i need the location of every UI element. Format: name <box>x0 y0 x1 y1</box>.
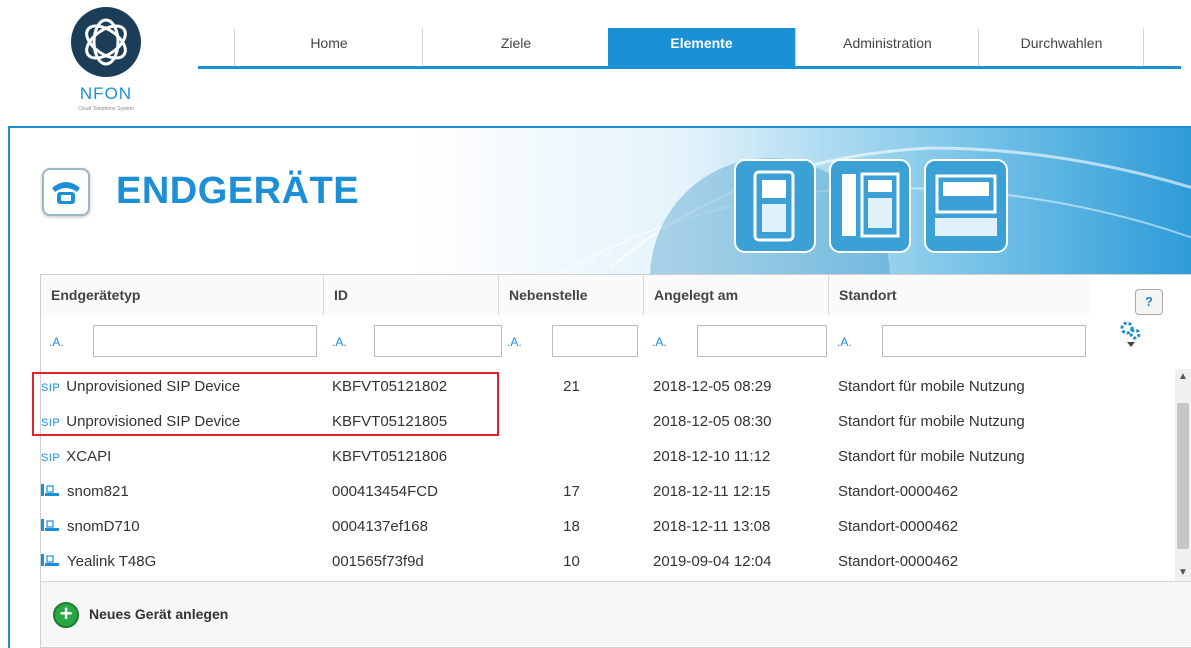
filter-mode-icon[interactable]: .A. <box>49 335 64 349</box>
device-type: snom821 <box>67 483 129 500</box>
filter-mode-icon[interactable]: .A. <box>507 335 522 349</box>
device-id: 001565f73f9d <box>332 553 424 570</box>
plus-icon: + <box>53 602 79 628</box>
device-extension <box>499 404 644 439</box>
device-location: Standort-0000462 <box>838 483 959 500</box>
vertical-scrollbar[interactable]: ▲ ▼ <box>1175 369 1191 581</box>
device-id: 0004137ef168 <box>332 518 428 535</box>
desk-phone-icon <box>41 554 59 567</box>
filter-id-input[interactable] <box>374 325 502 357</box>
device-location: Standort-0000462 <box>838 553 959 570</box>
table-row[interactable]: snom821 000413454FCD 17 2018-12-11 12:15… <box>41 474 1173 509</box>
desk-phone-icon <box>41 519 59 532</box>
table-row[interactable]: SIP Unprovisioned SIP Device KBFVT0512180… <box>41 369 1173 404</box>
nav-item-durchwahlen[interactable]: Durchwahlen <box>978 28 1144 66</box>
column-header-extension[interactable]: Nebenstelle <box>499 275 644 315</box>
device-location: Standort für mobile Nutzung <box>838 378 1025 395</box>
device-type: Unprovisioned SIP Device <box>66 413 241 430</box>
nfon-logo-icon <box>71 7 141 77</box>
banner-devices-illustration <box>410 128 1191 274</box>
desk-phone-icon <box>41 484 59 497</box>
filter-mode-icon[interactable]: .A. <box>652 335 667 349</box>
device-created: 2018-12-10 11:12 <box>653 448 771 465</box>
nfon-logo[interactable]: NFON Cloud Telephone System <box>56 4 156 122</box>
help-button[interactable]: ? <box>1135 289 1163 315</box>
filter-type-input[interactable] <box>93 325 317 357</box>
nav-item-ziele[interactable]: Ziele <box>422 28 609 66</box>
device-extension <box>499 439 644 474</box>
brand-name: NFON <box>79 84 133 103</box>
brand-tagline: Cloud Telephone System <box>78 106 134 112</box>
sip-icon: SIP <box>41 417 61 429</box>
device-created: 2019-09-04 12:04 <box>653 553 772 570</box>
device-extension: 17 <box>563 483 580 500</box>
device-created: 2018-12-05 08:30 <box>653 413 772 430</box>
endgeraete-panel: ENDGERÄTE Endgerätetyp ID Nebenstelle An… <box>8 126 1191 648</box>
device-extension: 21 <box>563 378 580 395</box>
filter-location: .A. <box>829 317 1089 357</box>
device-extension: 10 <box>563 553 580 570</box>
filter-created-input[interactable] <box>697 325 827 357</box>
filter-id: .A. <box>324 317 502 357</box>
page-title: ENDGERÄTE <box>116 170 360 212</box>
nav-item-administration[interactable]: Administration <box>795 28 979 66</box>
device-created: 2018-12-05 08:29 <box>653 378 772 395</box>
column-header-created[interactable]: Angelegt am <box>644 275 829 315</box>
filter-type: .A. <box>41 317 324 357</box>
column-header-id[interactable]: ID <box>324 275 499 315</box>
devices-table: Endgerätetyp ID Nebenstelle Angelegt am … <box>32 274 1191 648</box>
nav-item-elemente[interactable]: Elemente <box>608 28 795 66</box>
device-id: KBFVT05121806 <box>332 448 448 465</box>
device-type: snomD710 <box>67 518 140 535</box>
device-location: Standort für mobile Nutzung <box>838 413 1025 430</box>
device-type-cell: snom821 <box>41 474 129 509</box>
table-row[interactable]: SIP Unprovisioned SIP Device KBFVT0512180… <box>41 404 1173 439</box>
desk-phone-tile <box>829 159 911 253</box>
sip-icon: SIP <box>41 382 61 394</box>
scroll-thumb[interactable] <box>1177 403 1189 549</box>
device-type: XCAPI <box>66 448 112 465</box>
device-type: Unprovisioned SIP Device <box>66 378 241 395</box>
scroll-up-icon[interactable]: ▲ <box>1175 369 1191 385</box>
table-row[interactable]: SIP XCAPI KBFVT05121806 2018-12-10 11:12 … <box>41 439 1173 474</box>
device-type-cell: SIP Unprovisioned SIP Device <box>41 369 240 404</box>
table-row[interactable]: snomD710 0004137ef168 18 2018-12-11 13:0… <box>41 509 1173 544</box>
filter-mode-icon[interactable]: .A. <box>837 335 852 349</box>
device-id: 000413454FCD <box>332 483 438 500</box>
device-type-cell: snomD710 <box>41 509 140 544</box>
device-created: 2018-12-11 12:15 <box>653 483 771 500</box>
column-header-location[interactable]: Standort <box>829 275 1089 315</box>
scroll-down-icon[interactable]: ▼ <box>1175 565 1191 581</box>
device-extension: 18 <box>563 518 580 535</box>
mobile-phone-tile <box>734 159 816 253</box>
device-id: KBFVT05121802 <box>332 378 448 395</box>
device-type-cell: SIP XCAPI <box>41 439 111 474</box>
nav-item-empty <box>1143 28 1182 66</box>
device-created: 2018-12-11 13:08 <box>653 518 771 535</box>
main-nav: Home Ziele Elemente Administration Durch… <box>198 28 1181 69</box>
conference-phone-tile <box>924 159 1008 253</box>
device-location: Standort für mobile Nutzung <box>838 448 1025 465</box>
banner-graphic <box>410 128 1191 274</box>
filter-mode-icon[interactable]: .A. <box>332 335 347 349</box>
nav-item-home[interactable]: Home <box>234 28 423 66</box>
filter-location-input[interactable] <box>882 325 1086 357</box>
device-type-cell: SIP Unprovisioned SIP Device <box>41 404 240 439</box>
table-row[interactable]: Yealink T48G 001565f73f9d 10 2019-09-04 … <box>41 544 1173 579</box>
sip-icon: SIP <box>41 452 61 464</box>
new-device-label: Neues Gerät anlegen <box>89 606 229 622</box>
column-header-type[interactable]: Endgerätetyp <box>41 275 324 315</box>
table-footer: + Neues Gerät anlegen <box>41 581 1191 646</box>
device-id: KBFVT05121805 <box>332 413 448 430</box>
device-type-cell: Yealink T48G <box>41 544 156 579</box>
filter-extension: .A. <box>499 317 644 357</box>
filter-created: .A. <box>644 317 829 357</box>
filter-extension-input[interactable] <box>552 325 638 357</box>
telephone-icon <box>42 168 90 216</box>
column-settings-gear-icon[interactable] <box>1116 319 1146 349</box>
device-location: Standort-0000462 <box>838 518 959 535</box>
device-type: Yealink T48G <box>67 553 157 570</box>
